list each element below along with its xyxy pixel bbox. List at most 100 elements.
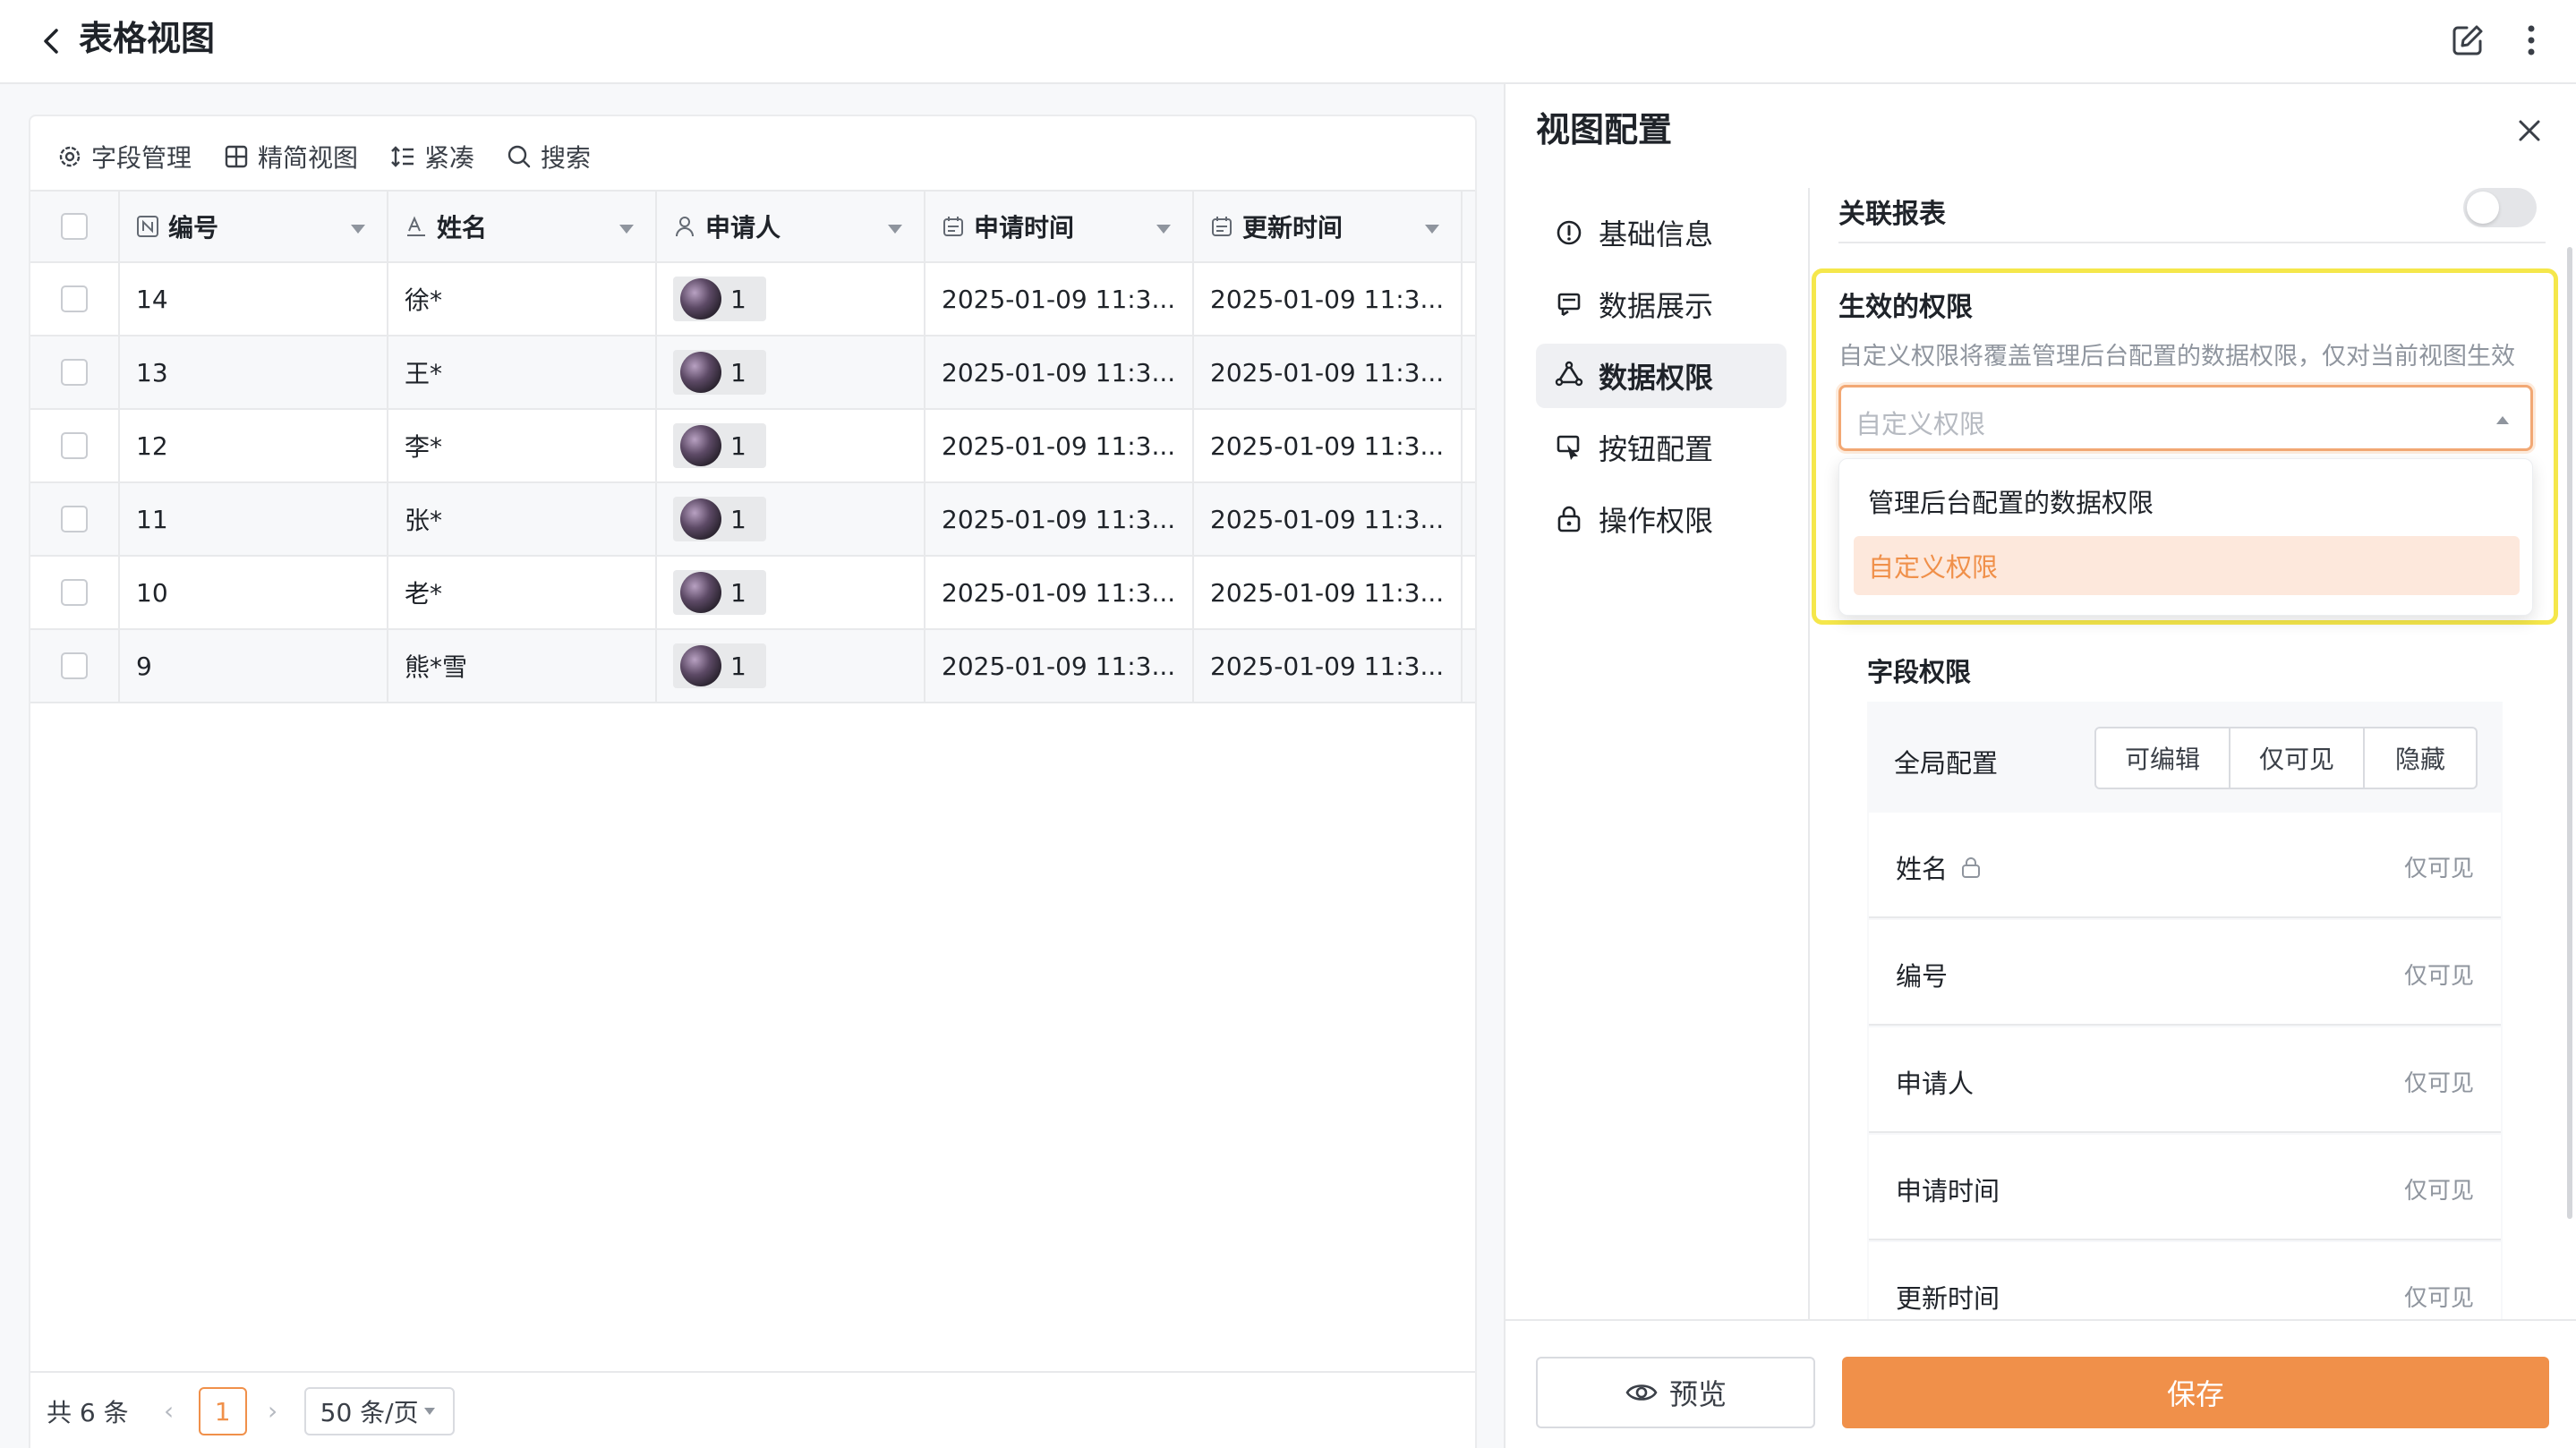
- more-vertical-icon[interactable]: [2513, 20, 2549, 61]
- field-permission-row[interactable]: 姓名 仅可见: [1869, 813, 2501, 918]
- cell-name[interactable]: 张*: [388, 483, 657, 555]
- prev-page-icon[interactable]: ‹: [156, 1398, 183, 1425]
- cell-update-time[interactable]: 2025-01-09 11:3...: [1194, 557, 1463, 628]
- option-custom-permission[interactable]: 自定义权限: [1854, 536, 2520, 595]
- next-page-icon[interactable]: ›: [260, 1398, 286, 1425]
- select-all-checkbox[interactable]: [61, 213, 88, 240]
- back-arrow-icon[interactable]: [34, 23, 70, 59]
- permission-source-select[interactable]: 自定义权限: [1838, 385, 2533, 451]
- cell-update-time[interactable]: 2025-01-09 11:3...: [1194, 630, 1463, 702]
- field-permission-row[interactable]: 编号 仅可见: [1869, 920, 2501, 1026]
- row-checkbox[interactable]: [61, 506, 88, 532]
- cell-update-time[interactable]: 2025-01-09 11:3...: [1194, 410, 1463, 481]
- column-header-update-time[interactable]: 更新时间: [1194, 192, 1463, 261]
- row-checkbox[interactable]: [61, 285, 88, 312]
- info-icon: [1557, 220, 1582, 245]
- cell-apply-time[interactable]: 2025-01-09 11:3...: [925, 263, 1194, 335]
- cell-name[interactable]: 老*: [388, 557, 657, 628]
- sort-caret-icon[interactable]: [888, 225, 902, 234]
- menu-item-data-permission[interactable]: 数据权限: [1536, 344, 1787, 408]
- field-permission-value[interactable]: 仅可见: [2404, 1280, 2474, 1313]
- cell-apply-time[interactable]: 2025-01-09 11:3...: [925, 557, 1194, 628]
- sort-caret-icon[interactable]: [351, 225, 365, 234]
- cell-name[interactable]: 徐*: [388, 263, 657, 335]
- row-density-button[interactable]: 紧凑: [390, 139, 474, 175]
- table-row[interactable]: 13 王* 1 2025-01-09 11:3... 2025-01-09 11…: [30, 336, 1475, 410]
- related-report-toggle[interactable]: [2463, 188, 2537, 227]
- applicant-name: 1: [730, 651, 746, 681]
- avatar: [680, 425, 721, 466]
- page-size-select[interactable]: 50 条/页: [303, 1387, 455, 1435]
- table-header-row: 编号 姓名 申请人 申请时间 更新时间: [30, 190, 1475, 263]
- sort-caret-icon[interactable]: [619, 225, 634, 234]
- row-checkbox[interactable]: [61, 359, 88, 386]
- cell-name[interactable]: 熊*雪: [388, 630, 657, 702]
- column-header-id[interactable]: 编号: [120, 192, 388, 261]
- segment-editable[interactable]: 可编辑: [2096, 728, 2231, 788]
- cell-id[interactable]: 11: [120, 483, 388, 555]
- close-icon[interactable]: [2515, 116, 2544, 145]
- field-permission-row[interactable]: 申请人 仅可见: [1869, 1027, 2501, 1133]
- row-checkbox[interactable]: [61, 579, 88, 606]
- date-field-icon: [943, 217, 963, 236]
- column-header-apply-time[interactable]: 申请时间: [925, 192, 1194, 261]
- table-row[interactable]: 11 张* 1 2025-01-09 11:3... 2025-01-09 11…: [30, 483, 1475, 557]
- field-permission-value[interactable]: 仅可见: [2404, 850, 2474, 883]
- page-number-current[interactable]: 1: [198, 1387, 247, 1435]
- segment-visible-only[interactable]: 仅可见: [2231, 728, 2365, 788]
- row-checkbox[interactable]: [61, 652, 88, 679]
- segment-hidden[interactable]: 隐藏: [2365, 728, 2476, 788]
- cell-apply-time[interactable]: 2025-01-09 11:3...: [925, 410, 1194, 481]
- column-header-applicant[interactable]: 申请人: [657, 192, 925, 261]
- eye-icon: [1625, 1384, 1658, 1401]
- cell-apply-time[interactable]: 2025-01-09 11:3...: [925, 336, 1194, 408]
- sort-caret-icon[interactable]: [1156, 225, 1171, 234]
- avatar: [680, 645, 721, 686]
- field-permission-row[interactable]: 申请时间 仅可见: [1869, 1135, 2501, 1240]
- field-permission-value[interactable]: 仅可见: [2404, 958, 2474, 991]
- menu-item-operation-permission[interactable]: 操作权限: [1536, 487, 1787, 551]
- cell-id[interactable]: 14: [120, 263, 388, 335]
- applicant-name: 1: [730, 577, 746, 608]
- global-permission-segmented: 可编辑 仅可见 隐藏: [2094, 727, 2478, 789]
- table-row[interactable]: 10 老* 1 2025-01-09 11:3... 2025-01-09 11…: [30, 557, 1475, 630]
- option-admin-permission[interactable]: 管理后台配置的数据权限: [1854, 472, 2520, 531]
- search-button[interactable]: 搜索: [507, 139, 591, 175]
- preview-label: 预览: [1668, 1377, 1727, 1411]
- field-manage-button[interactable]: 字段管理: [57, 139, 192, 175]
- sort-caret-icon[interactable]: [1425, 225, 1439, 234]
- panel-scrollbar[interactable]: [2567, 247, 2572, 1219]
- preview-button[interactable]: 预览: [1536, 1357, 1815, 1428]
- field-permission-value[interactable]: 仅可见: [2404, 1172, 2474, 1205]
- cell-apply-time[interactable]: 2025-01-09 11:3...: [925, 483, 1194, 555]
- save-button[interactable]: 保存: [1842, 1357, 2549, 1428]
- cell-id[interactable]: 12: [120, 410, 388, 481]
- text-field-icon: [407, 216, 425, 236]
- cell-name[interactable]: 李*: [388, 410, 657, 481]
- menu-item-basic-info[interactable]: 基础信息: [1536, 200, 1787, 265]
- permission-dropdown: 管理后台配置的数据权限 自定义权限: [1838, 458, 2533, 616]
- menu-item-label: 数据展示: [1599, 289, 1714, 323]
- cell-id[interactable]: 9: [120, 630, 388, 702]
- table-row[interactable]: 14 徐* 1 2025-01-09 11:3... 2025-01-09 11…: [30, 263, 1475, 336]
- field-permission-list: 全局配置 可编辑 仅可见 隐藏 姓名 仅可见 编号 仅可见 申请人 仅可见 申请…: [1867, 702, 2503, 1378]
- cell-update-time[interactable]: 2025-01-09 11:3...: [1194, 483, 1463, 555]
- column-header-name[interactable]: 姓名: [388, 192, 657, 261]
- table-row[interactable]: 9 熊*雪 1 2025-01-09 11:3... 2025-01-09 11…: [30, 630, 1475, 703]
- compact-view-button[interactable]: 精简视图: [224, 139, 358, 175]
- menu-item-button-config[interactable]: 按钮配置: [1536, 415, 1787, 480]
- field-permission-value[interactable]: 仅可见: [2404, 1065, 2474, 1098]
- page-title: 表格视图: [79, 19, 216, 58]
- cell-id[interactable]: 13: [120, 336, 388, 408]
- table-toolbar: 字段管理 精简视图 紧凑 搜索: [57, 134, 591, 179]
- menu-item-data-display[interactable]: 数据展示: [1536, 272, 1787, 336]
- row-checkbox[interactable]: [61, 432, 88, 459]
- cell-update-time[interactable]: 2025-01-09 11:3...: [1194, 336, 1463, 408]
- cell-name[interactable]: 王*: [388, 336, 657, 408]
- cell-id[interactable]: 10: [120, 557, 388, 628]
- edit-icon[interactable]: [2447, 20, 2488, 61]
- table-row[interactable]: 12 李* 1 2025-01-09 11:3... 2025-01-09 11…: [30, 410, 1475, 483]
- cell-update-time[interactable]: 2025-01-09 11:3...: [1194, 263, 1463, 335]
- section-divider: [1838, 242, 2546, 243]
- cell-apply-time[interactable]: 2025-01-09 11:3...: [925, 630, 1194, 702]
